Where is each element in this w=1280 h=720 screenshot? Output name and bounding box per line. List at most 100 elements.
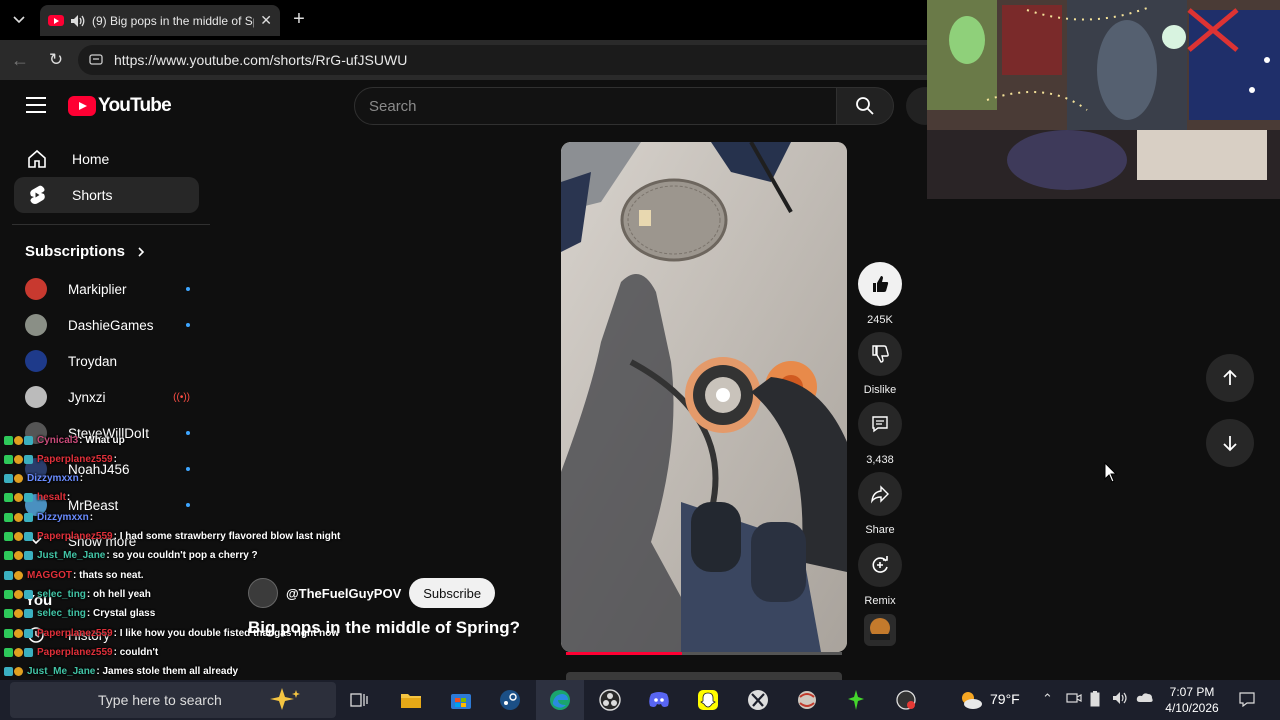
share-icon <box>871 485 889 504</box>
chat-badge-icon <box>14 512 23 522</box>
onedrive-cloud-icon[interactable] <box>1136 691 1154 706</box>
search-button[interactable] <box>836 87 894 125</box>
chat-badge-icon <box>4 647 13 657</box>
subscriptions-title: Subscriptions <box>25 243 126 260</box>
chat-username: Paperplanez559 <box>37 646 113 658</box>
chat-text: : couldn't <box>113 646 159 658</box>
new-tab-icon[interactable]: + <box>288 9 310 31</box>
search-input[interactable] <box>354 87 837 125</box>
audio-source-thumbnail[interactable] <box>864 614 896 646</box>
chat-username: selec_ting <box>37 588 86 600</box>
channel-handle[interactable]: @TheFuelGuyPOV <box>286 586 401 601</box>
like-button[interactable] <box>858 262 902 306</box>
chat-badge-icon <box>4 532 13 541</box>
snapchat-icon[interactable] <box>695 687 721 713</box>
obs-icon[interactable] <box>597 687 623 713</box>
notifications-icon[interactable] <box>1238 691 1256 710</box>
chat-badge-icon <box>14 628 23 638</box>
search-icon <box>856 97 874 115</box>
chat-badge-icon <box>4 474 13 484</box>
chat-message: selec_ting: Crystal glass <box>4 606 155 622</box>
next-short-button[interactable] <box>1206 419 1254 467</box>
subscription-dashiegames[interactable]: DashieGames <box>25 310 190 340</box>
sidebar-item-label: Shorts <box>72 187 113 203</box>
copilot-sparkle-icon[interactable] <box>262 686 302 715</box>
channel-avatar[interactable] <box>248 578 278 608</box>
game-app-icon[interactable] <box>794 687 820 713</box>
tab-search-chevron-icon[interactable] <box>6 8 32 32</box>
chat-text: : <box>113 453 117 465</box>
steam-icon[interactable] <box>497 687 523 713</box>
chat-username: Just_Me_Jane <box>27 666 96 678</box>
thumbs-up-icon <box>873 276 889 292</box>
close-tab-icon[interactable]: ✕ <box>260 12 272 29</box>
dislike-button[interactable] <box>858 332 902 376</box>
battery-icon[interactable] <box>1090 691 1100 710</box>
discord-icon[interactable] <box>646 687 672 713</box>
chat-username: Dizzymxxn <box>37 511 89 523</box>
menu-icon[interactable] <box>26 97 46 113</box>
youtube-play-icon <box>68 96 96 116</box>
browser-tab[interactable]: (9) Big pops in the middle of Spring? ✕ <box>40 5 280 36</box>
subscriptions-heading[interactable]: Subscriptions <box>25 243 145 260</box>
sidebar-item-home[interactable]: Home <box>14 141 199 177</box>
youtube-logo[interactable]: YouTube <box>68 95 172 117</box>
webcam-overlay <box>927 0 1280 199</box>
like-action: 245K <box>858 262 902 326</box>
url-field[interactable]: https://www.youtube.com/shorts/RrG-ufJSU… <box>78 45 978 75</box>
chat-text: : James stole them all already <box>96 666 239 678</box>
chat-text: : <box>66 492 71 504</box>
speaker-icon[interactable] <box>70 14 86 28</box>
chat-badge-icon <box>24 589 33 599</box>
video-title[interactable]: Big pops in the middle of Spring? <box>248 618 520 638</box>
share-button[interactable] <box>858 472 902 516</box>
weather-temperature[interactable]: 79°F <box>990 691 1020 707</box>
microsoft-store-icon[interactable] <box>448 687 474 713</box>
subscription-troydan[interactable]: Troydan <box>25 346 190 376</box>
remix-label: Remix <box>864 595 896 607</box>
task-view-icon[interactable] <box>346 687 372 713</box>
remix-button[interactable] <box>858 543 902 587</box>
chat-badge-icon <box>14 551 23 561</box>
taskbar-search-field[interactable]: Type here to search <box>10 682 336 718</box>
comment-icon <box>872 416 888 433</box>
razer-app-icon[interactable] <box>843 687 869 713</box>
youtube-favicon-icon <box>48 15 64 26</box>
chat-username: Paperplanez559 <box>37 453 113 465</box>
volume-icon[interactable] <box>1112 691 1130 708</box>
previous-short-button[interactable] <box>1206 354 1254 402</box>
share-action: Share <box>858 472 902 536</box>
avatar <box>25 350 47 372</box>
recording-app-icon[interactable] <box>893 687 919 713</box>
comments-action: 3,438 <box>858 402 902 466</box>
chat-text: : <box>79 473 84 485</box>
comments-button[interactable] <box>858 402 902 446</box>
shorts-icon <box>26 184 48 206</box>
subscription-jynxzi[interactable]: Jynxzi ((•)) <box>25 382 190 412</box>
file-explorer-icon[interactable] <box>398 687 424 713</box>
edge-browser-icon[interactable] <box>547 687 573 713</box>
taskbar-clock[interactable]: 7:07 PM 4/10/2026 <box>1160 684 1224 716</box>
chat-message: Just_Me_Jane: so you couldn't pop a cher… <box>4 548 258 564</box>
subscription-markiplier[interactable]: Markiplier <box>25 274 190 304</box>
sidebar-item-shorts[interactable]: Shorts <box>14 177 199 213</box>
avatar <box>25 278 47 300</box>
chat-text: : oh hell yeah <box>86 588 151 600</box>
site-info-icon[interactable] <box>88 52 104 68</box>
meet-now-icon[interactable] <box>1066 691 1082 708</box>
back-arrow-icon[interactable]: ← <box>10 50 30 70</box>
weather-icon[interactable] <box>958 687 984 713</box>
reload-icon[interactable]: ↻ <box>46 50 66 70</box>
channel-row: @TheFuelGuyPOV Subscribe <box>248 577 496 609</box>
shorts-video-player[interactable] <box>561 142 847 652</box>
xbox-icon[interactable] <box>745 687 771 713</box>
next-short-preview[interactable] <box>566 672 842 680</box>
home-icon <box>26 148 48 170</box>
share-label: Share <box>865 524 895 536</box>
chat-badge-icon <box>14 667 23 677</box>
chat-badge-icon <box>14 435 23 445</box>
chevron-up-icon[interactable]: ⌃ <box>1042 691 1053 707</box>
screen: (9) Big pops in the middle of Spring? ✕ … <box>0 0 1280 720</box>
subscribe-button[interactable]: Subscribe <box>409 578 496 608</box>
chat-badge-icon <box>14 474 23 484</box>
